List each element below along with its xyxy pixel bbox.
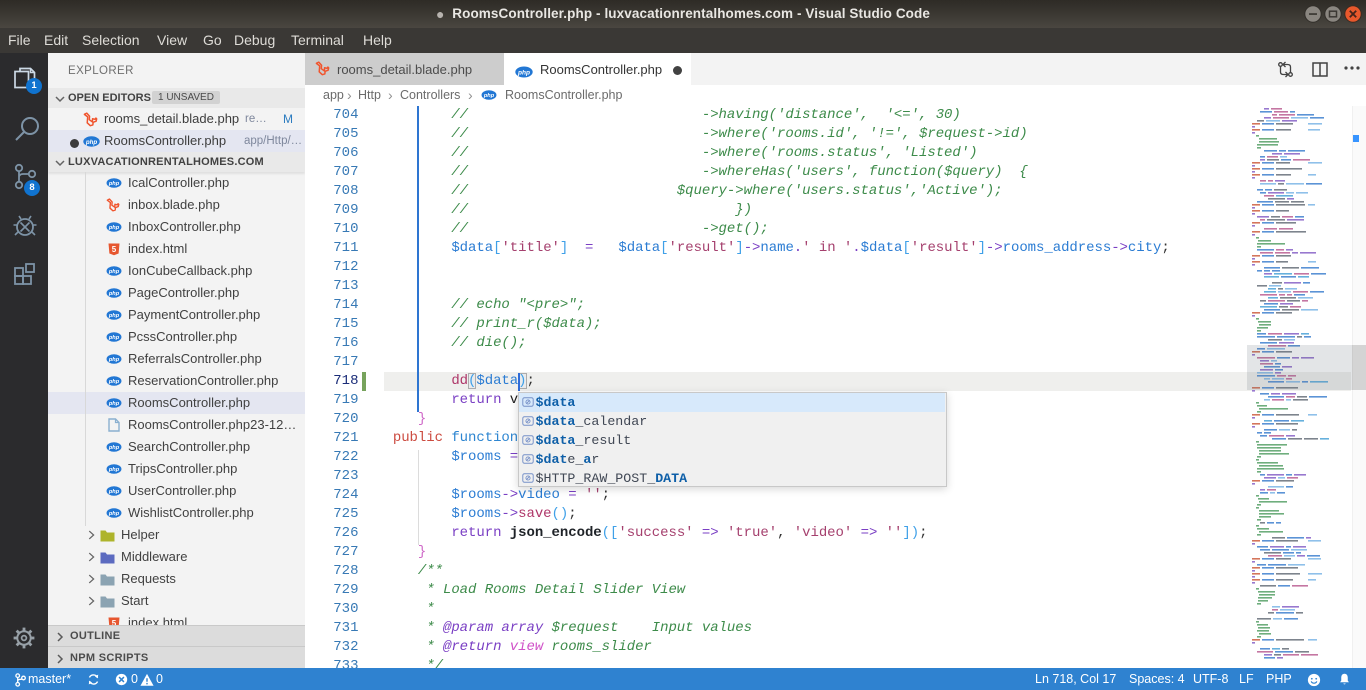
svg-text:php: php <box>108 467 120 473</box>
svg-text:php: php <box>108 225 120 231</box>
svg-text:php: php <box>108 291 120 297</box>
svg-text:php: php <box>108 181 120 187</box>
svg-text:php: php <box>108 357 120 363</box>
svg-text:php: php <box>108 489 120 495</box>
svg-text:php: php <box>85 139 98 146</box>
svg-text:php: php <box>517 69 530 76</box>
svg-text:php: php <box>108 401 120 407</box>
svg-text:php: php <box>108 313 120 319</box>
svg-text:php: php <box>108 445 120 451</box>
svg-text:5: 5 <box>112 245 117 254</box>
svg-text:php: php <box>108 335 120 341</box>
svg-text:php: php <box>108 511 120 517</box>
svg-text:php: php <box>483 93 495 99</box>
svg-text:php: php <box>108 269 120 275</box>
svg-text:php: php <box>108 379 120 385</box>
